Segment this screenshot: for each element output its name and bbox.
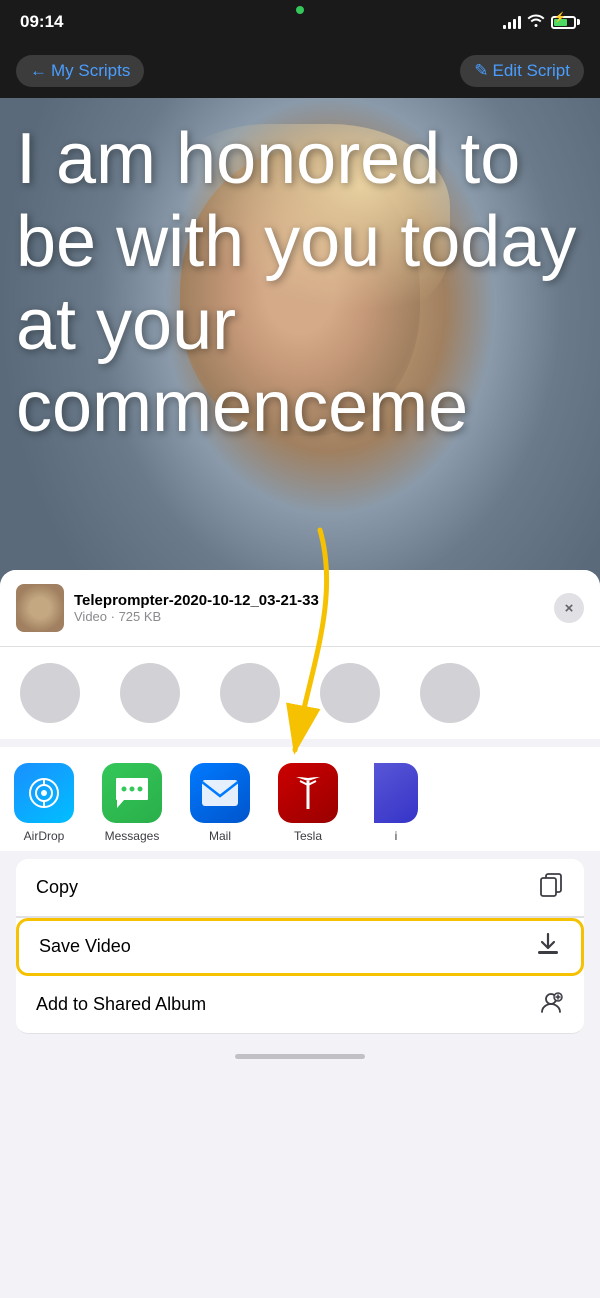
apps-row: AirDrop Messages Mail	[0, 747, 600, 859]
back-arrow-icon: ←	[30, 61, 47, 81]
person-avatar	[120, 663, 180, 723]
action-rows-group: Copy Save Video Add to Shared Album	[16, 859, 584, 1034]
battery-icon: ⚡	[551, 16, 580, 29]
partial-app-label: i	[395, 829, 398, 843]
tesla-label: Tesla	[294, 829, 322, 843]
copy-action[interactable]: Copy	[16, 859, 584, 917]
airdrop-label: AirDrop	[24, 829, 65, 843]
person-item[interactable]	[100, 663, 200, 723]
add-shared-album-action[interactable]: Add to Shared Album	[16, 976, 584, 1034]
person-item[interactable]	[200, 663, 300, 723]
share-sheet: Teleprompter-2020-10-12_03-21-33 Video ·…	[0, 570, 600, 1298]
person-avatar	[20, 663, 80, 723]
add-shared-album-icon	[538, 989, 564, 1021]
video-preview: I am honored to be with you today at you…	[0, 98, 600, 618]
person-item[interactable]	[400, 663, 500, 723]
save-video-label: Save Video	[39, 936, 131, 957]
share-file-name: Teleprompter-2020-10-12_03-21-33	[74, 592, 319, 609]
person-item[interactable]	[300, 663, 400, 723]
status-time: 09:14	[20, 12, 63, 32]
share-file-details: Teleprompter-2020-10-12_03-21-33 Video ·…	[74, 592, 319, 624]
person-avatar	[320, 663, 380, 723]
person-avatar	[220, 663, 280, 723]
status-bar: 09:14 ⚡	[0, 0, 600, 44]
save-video-icon	[535, 931, 561, 963]
back-button[interactable]: ← My Scripts	[16, 55, 144, 87]
partial-app-icon	[374, 763, 418, 823]
messages-label: Messages	[105, 829, 160, 843]
airdrop-icon	[14, 763, 74, 823]
share-file-meta: Video · 725 KB	[74, 609, 319, 624]
add-shared-album-label: Add to Shared Album	[36, 994, 206, 1015]
mail-label: Mail	[209, 829, 231, 843]
mail-icon	[190, 763, 250, 823]
share-file-info: Teleprompter-2020-10-12_03-21-33 Video ·…	[16, 584, 319, 632]
app-item-partial[interactable]: i	[352, 763, 440, 843]
copy-icon	[538, 872, 564, 904]
home-bar	[235, 1054, 365, 1059]
back-label: My Scripts	[51, 61, 130, 81]
share-thumbnail	[16, 584, 64, 632]
app-item-messages[interactable]: Messages	[88, 763, 176, 843]
status-icons: ⚡	[503, 13, 580, 32]
save-video-action[interactable]: Save Video	[16, 918, 584, 976]
signal-strength-icon	[503, 15, 521, 29]
teleprompter-text: I am honored to be with you today at you…	[0, 118, 600, 449]
app-item-airdrop[interactable]: AirDrop	[0, 763, 88, 843]
tesla-icon	[278, 763, 338, 823]
app-item-tesla[interactable]: Tesla	[264, 763, 352, 843]
navigation-bar: ← My Scripts ✎ Edit Script	[0, 44, 600, 98]
people-row	[0, 647, 600, 747]
app-item-mail[interactable]: Mail	[176, 763, 264, 843]
share-close-button[interactable]: ×	[554, 593, 584, 623]
green-dot-indicator	[296, 6, 304, 14]
messages-icon	[102, 763, 162, 823]
person-item[interactable]	[0, 663, 100, 723]
edit-label: Edit Script	[493, 61, 570, 81]
wifi-icon	[527, 13, 545, 32]
home-indicator	[0, 1042, 600, 1070]
person-avatar	[420, 663, 480, 723]
copy-label: Copy	[36, 877, 78, 898]
edit-script-button[interactable]: ✎ Edit Script	[460, 55, 584, 87]
edit-icon: ✎	[474, 61, 488, 81]
share-header: Teleprompter-2020-10-12_03-21-33 Video ·…	[0, 570, 600, 647]
